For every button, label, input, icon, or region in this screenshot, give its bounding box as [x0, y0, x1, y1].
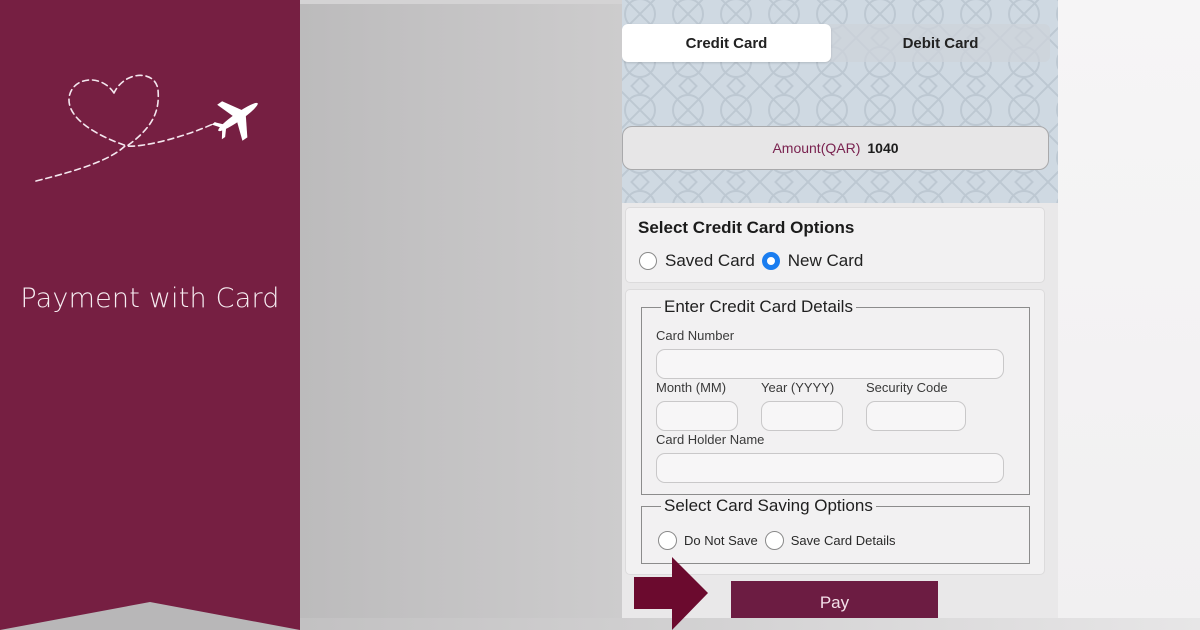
holder-name-label: Card Holder Name: [656, 432, 765, 447]
bottom-strip: [300, 618, 1200, 630]
card-number-input[interactable]: [656, 349, 1004, 379]
payment-screen: Credit Card Debit Card Amount(QAR) 1040 …: [622, 0, 1058, 618]
airplane-icon: [211, 101, 258, 141]
saving-option-radio-group: Do Not Save Save Card Details: [658, 531, 902, 550]
saving-options-legend: Select Card Saving Options: [661, 496, 876, 516]
holder-name-input[interactable]: [656, 453, 1004, 483]
card-details-legend: Enter Credit Card Details: [661, 297, 856, 317]
card-details-panel: Enter Credit Card Details Card Number Mo…: [625, 289, 1045, 575]
credit-card-options-panel: Select Credit Card Options Saved Card Ne…: [625, 207, 1045, 283]
security-code-input[interactable]: [866, 401, 966, 431]
saved-card-radio[interactable]: [639, 252, 657, 270]
save-card-details-radio[interactable]: [764, 531, 784, 550]
card-number-label: Card Number: [656, 328, 735, 343]
month-input[interactable]: [656, 401, 738, 431]
save-card-details-label[interactable]: Save Card Details: [791, 533, 896, 548]
card-option-radio-group: Saved Card New Card: [639, 251, 870, 271]
do-not-save-radio[interactable]: [658, 531, 677, 550]
pay-button[interactable]: Pay: [731, 581, 938, 618]
banner-title: Payment with Card: [20, 283, 280, 314]
saving-options-fieldset: Select Card Saving Options Do Not Save S…: [641, 496, 1030, 564]
security-code-label: Security Code: [866, 380, 948, 395]
month-label: Month (MM): [656, 380, 727, 395]
background-right-area: [1058, 0, 1200, 630]
highlight-arrow-icon: [634, 557, 708, 630]
year-label: Year (YYYY): [761, 380, 835, 395]
card-details-fieldset: Enter Credit Card Details Card Number Mo…: [641, 297, 1030, 495]
amount-label: Amount(QAR): [772, 140, 861, 156]
tab-credit-card[interactable]: Credit Card: [622, 24, 831, 62]
left-banner: Payment with Card: [0, 0, 300, 630]
background-gray-area: [300, 0, 622, 630]
options-title: Select Credit Card Options: [638, 218, 855, 237]
card-type-tabs: Credit Card Debit Card: [622, 24, 1050, 62]
new-card-radio[interactable]: [761, 252, 780, 270]
banner-notch: [0, 602, 300, 630]
saved-card-label[interactable]: Saved Card: [665, 251, 755, 271]
new-card-label[interactable]: New Card: [788, 251, 864, 271]
do-not-save-label[interactable]: Do Not Save: [684, 533, 758, 548]
dashed-heart-icon: [35, 74, 216, 182]
year-input[interactable]: [761, 401, 843, 431]
amount-display: Amount(QAR) 1040: [622, 126, 1049, 170]
decor-illustration: [35, 74, 258, 182]
amount-value: 1040: [867, 140, 899, 156]
tab-debit-card[interactable]: Debit Card: [831, 24, 1050, 62]
